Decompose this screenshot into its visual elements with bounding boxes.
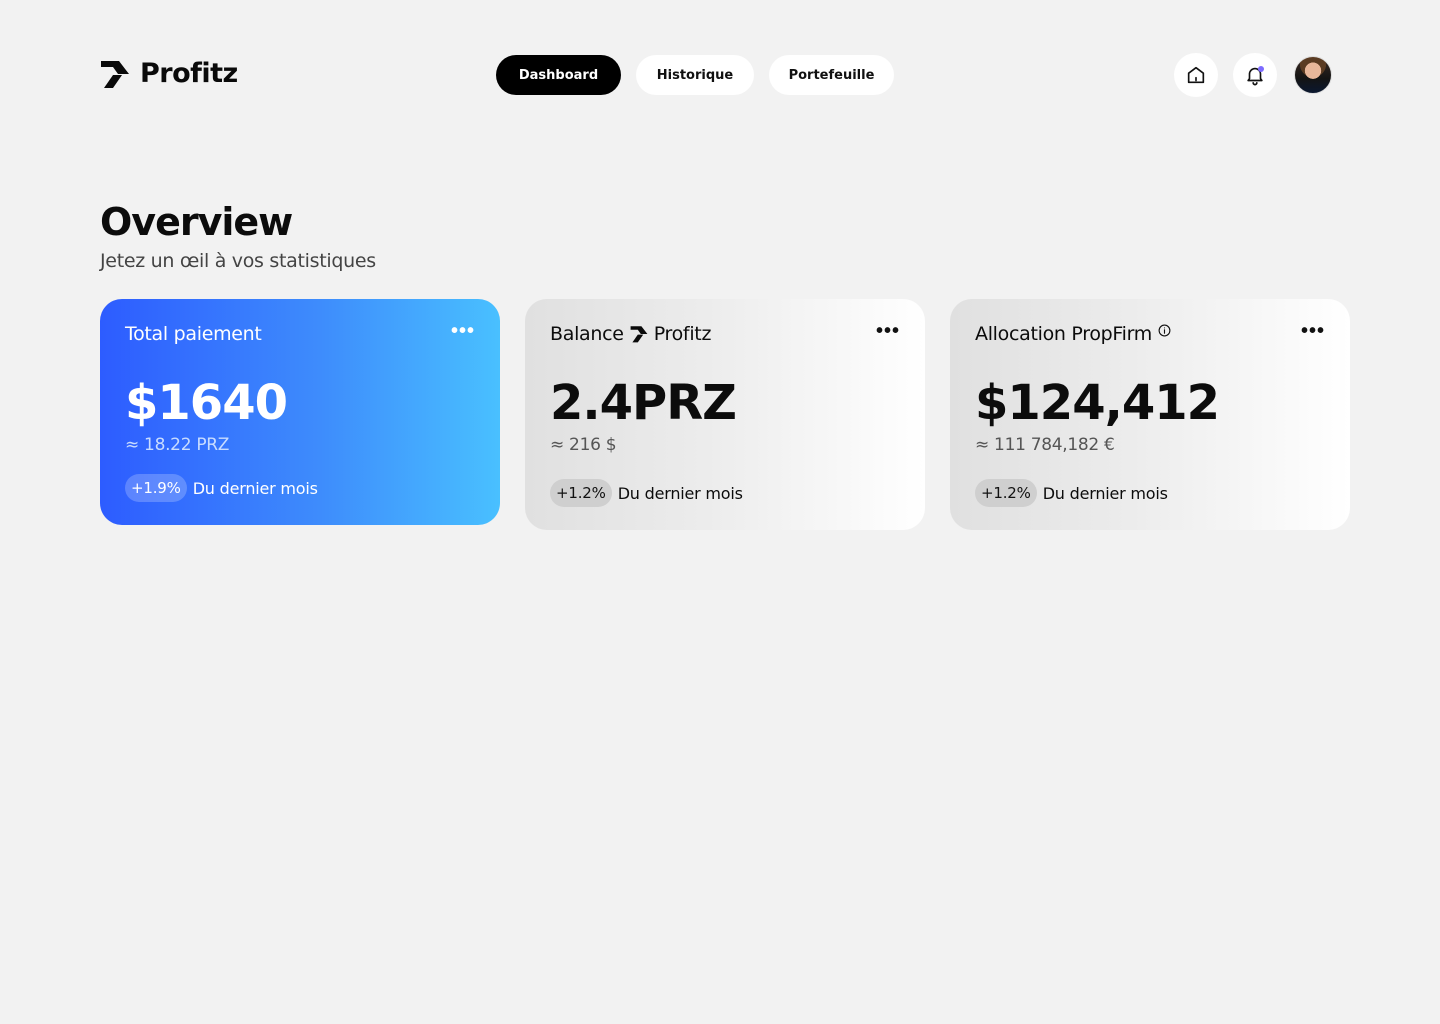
card-brand-label: Profitz <box>653 323 712 345</box>
app-name: Profitz <box>140 58 238 89</box>
tab-historique[interactable]: Historique <box>636 55 754 95</box>
app-logo[interactable]: Profitz <box>100 58 238 89</box>
card-balance[interactable]: Balance Profitz ••• 2.4PRZ ≈ 216 $ +1.2%… <box>525 299 925 530</box>
card-total-paiement[interactable]: Total paiement ••• $1640 ≈ 18.22 PRZ +1.… <box>100 299 500 525</box>
card-change: +1.2% Du dernier mois <box>550 479 743 507</box>
card-title-label: Allocation PropFirm <box>975 323 1153 345</box>
change-badge: +1.9% <box>125 474 187 502</box>
change-label: Du dernier mois <box>1042 483 1168 503</box>
card-title: Balance Profitz <box>550 323 711 345</box>
card-title-label: Total paiement <box>125 323 262 345</box>
profitz-logo-icon <box>630 326 648 343</box>
change-label: Du dernier mois <box>192 478 318 498</box>
card-change: +1.9% Du dernier mois <box>125 474 318 502</box>
tab-portefeuille[interactable]: Portefeuille <box>769 55 894 95</box>
card-title-label: Balance <box>550 323 624 345</box>
card-value: 2.4PRZ <box>550 375 737 431</box>
more-options-button[interactable]: ••• <box>1301 321 1325 341</box>
page-title: Overview <box>100 200 293 244</box>
change-label: Du dernier mois <box>617 483 743 503</box>
card-value: $1640 <box>125 375 288 431</box>
page-subtitle: Jetez un œil à vos statistiques <box>100 250 376 272</box>
change-badge: +1.2% <box>975 479 1037 507</box>
notifications-button[interactable] <box>1233 53 1277 97</box>
profitz-logo-icon <box>101 60 129 88</box>
info-icon[interactable] <box>1158 324 1171 337</box>
change-badge: +1.2% <box>550 479 612 507</box>
header-actions <box>1174 53 1332 97</box>
home-button[interactable] <box>1174 53 1218 97</box>
main-nav: Dashboard Historique Portefeuille <box>496 55 894 95</box>
card-value: $124,412 <box>975 375 1220 431</box>
avatar[interactable] <box>1294 56 1332 94</box>
more-options-button[interactable]: ••• <box>451 321 475 341</box>
card-allocation-propfirm[interactable]: Allocation PropFirm ••• $124,412 ≈ 111 7… <box>950 299 1350 530</box>
card-change: +1.2% Du dernier mois <box>975 479 1168 507</box>
more-options-button[interactable]: ••• <box>876 321 900 341</box>
home-icon <box>1187 66 1205 84</box>
page: Profitz Dashboard Historique Portefeuill… <box>0 0 1440 1024</box>
card-conversion: ≈ 216 $ <box>550 435 617 455</box>
card-conversion: ≈ 111 784,182 € <box>975 435 1115 455</box>
card-title: Allocation PropFirm <box>975 323 1171 345</box>
card-title: Total paiement <box>125 323 262 345</box>
notification-dot <box>1258 66 1264 72</box>
tab-dashboard[interactable]: Dashboard <box>496 55 621 95</box>
card-conversion: ≈ 18.22 PRZ <box>125 435 230 455</box>
